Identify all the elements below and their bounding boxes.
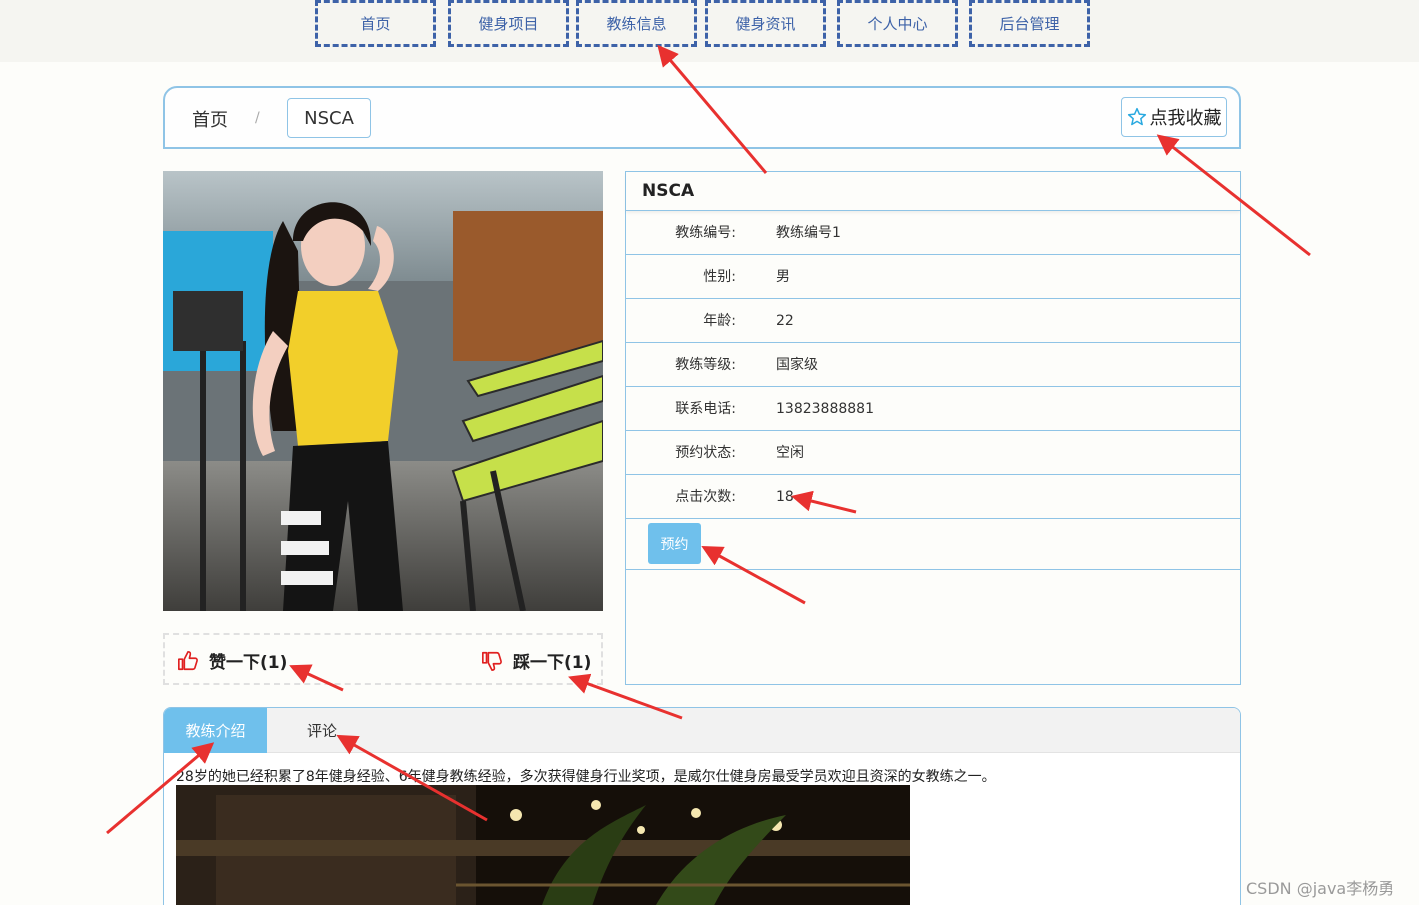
thumbs-down-icon: [482, 651, 502, 671]
breadcrumb-home-link[interactable]: 首页: [192, 106, 228, 132]
info-row-phone: 联系电话: 13823888881: [626, 387, 1240, 431]
like-button[interactable]: 赞一下(1): [177, 648, 287, 673]
info-row-click-count: 点击次数: 18: [626, 475, 1240, 519]
breadcrumb-separator: /: [255, 110, 260, 126]
info-row-level: 教练等级: 国家级: [626, 343, 1240, 387]
info-value: 18: [776, 489, 794, 505]
info-label: 点击次数:: [675, 489, 736, 505]
info-value: 13823888881: [776, 401, 874, 417]
dislike-button[interactable]: 踩一下(1): [481, 648, 591, 673]
coach-name: NSCA: [626, 172, 1240, 211]
breadcrumb-current: NSCA: [287, 98, 371, 138]
book-button[interactable]: 预约: [648, 523, 701, 564]
info-value: 空闲: [776, 445, 804, 461]
info-row-coach-id: 教练编号: 教练编号1: [626, 211, 1240, 255]
dislike-label: 踩一下(1): [513, 653, 592, 673]
tab-comments[interactable]: 评论: [280, 708, 364, 753]
info-value: 国家级: [776, 357, 818, 373]
nav-coach-info[interactable]: 教练信息: [576, 0, 697, 47]
favorite-button-label: 点我收藏: [1149, 108, 1222, 129]
detail-tabs: 教练介绍 评论 28岁的她已经积累了8年健身经验、6年健身教练经验，多次获得健身…: [163, 707, 1241, 905]
nav-user-center[interactable]: 个人中心: [837, 0, 958, 47]
intro-photo: [176, 785, 910, 905]
nav-home[interactable]: 首页: [315, 0, 436, 47]
info-value: 教练编号1: [776, 225, 841, 241]
info-label: 联系电话:: [675, 401, 736, 417]
coach-info-panel: NSCA 教练编号: 教练编号1 性别: 男 年龄: 22 教练等级: 国家级 …: [625, 171, 1241, 685]
coach-intro-text: 28岁的她已经积累了8年健身经验、6年健身教练经验，多次获得健身行业奖项，是威尔…: [176, 769, 996, 785]
watermark: CSDN @java李杨勇: [1246, 879, 1395, 898]
info-label: 教练等级:: [675, 357, 736, 373]
info-label: 年龄:: [703, 313, 736, 329]
top-nav-bar: 首页 健身项目 教练信息 健身资讯 个人中心 后台管理: [0, 0, 1419, 62]
tab-coach-intro[interactable]: 教练介绍: [164, 708, 267, 753]
info-row-booking-status: 预约状态: 空闲: [626, 431, 1240, 475]
nav-admin[interactable]: 后台管理: [969, 0, 1090, 47]
nav-fitness-news[interactable]: 健身资讯: [705, 0, 826, 47]
info-label: 性别:: [703, 269, 736, 285]
thumbs-up-icon: [178, 650, 198, 670]
tab-strip: 教练介绍 评论: [164, 708, 1240, 753]
info-value: 22: [776, 313, 794, 329]
coach-photo: [163, 171, 603, 611]
info-label: 预约状态:: [675, 445, 736, 461]
info-row-gender: 性别: 男: [626, 255, 1240, 299]
favorite-button[interactable]: 点我收藏: [1121, 97, 1227, 137]
info-value: 男: [776, 269, 790, 285]
info-label: 教练编号:: [675, 225, 736, 241]
nav-fitness-projects[interactable]: 健身项目: [448, 0, 569, 47]
like-label: 赞一下(1): [209, 653, 288, 673]
info-row-age: 年龄: 22: [626, 299, 1240, 343]
booking-row: 预约: [626, 518, 1240, 570]
star-outline-icon: [1127, 107, 1146, 126]
